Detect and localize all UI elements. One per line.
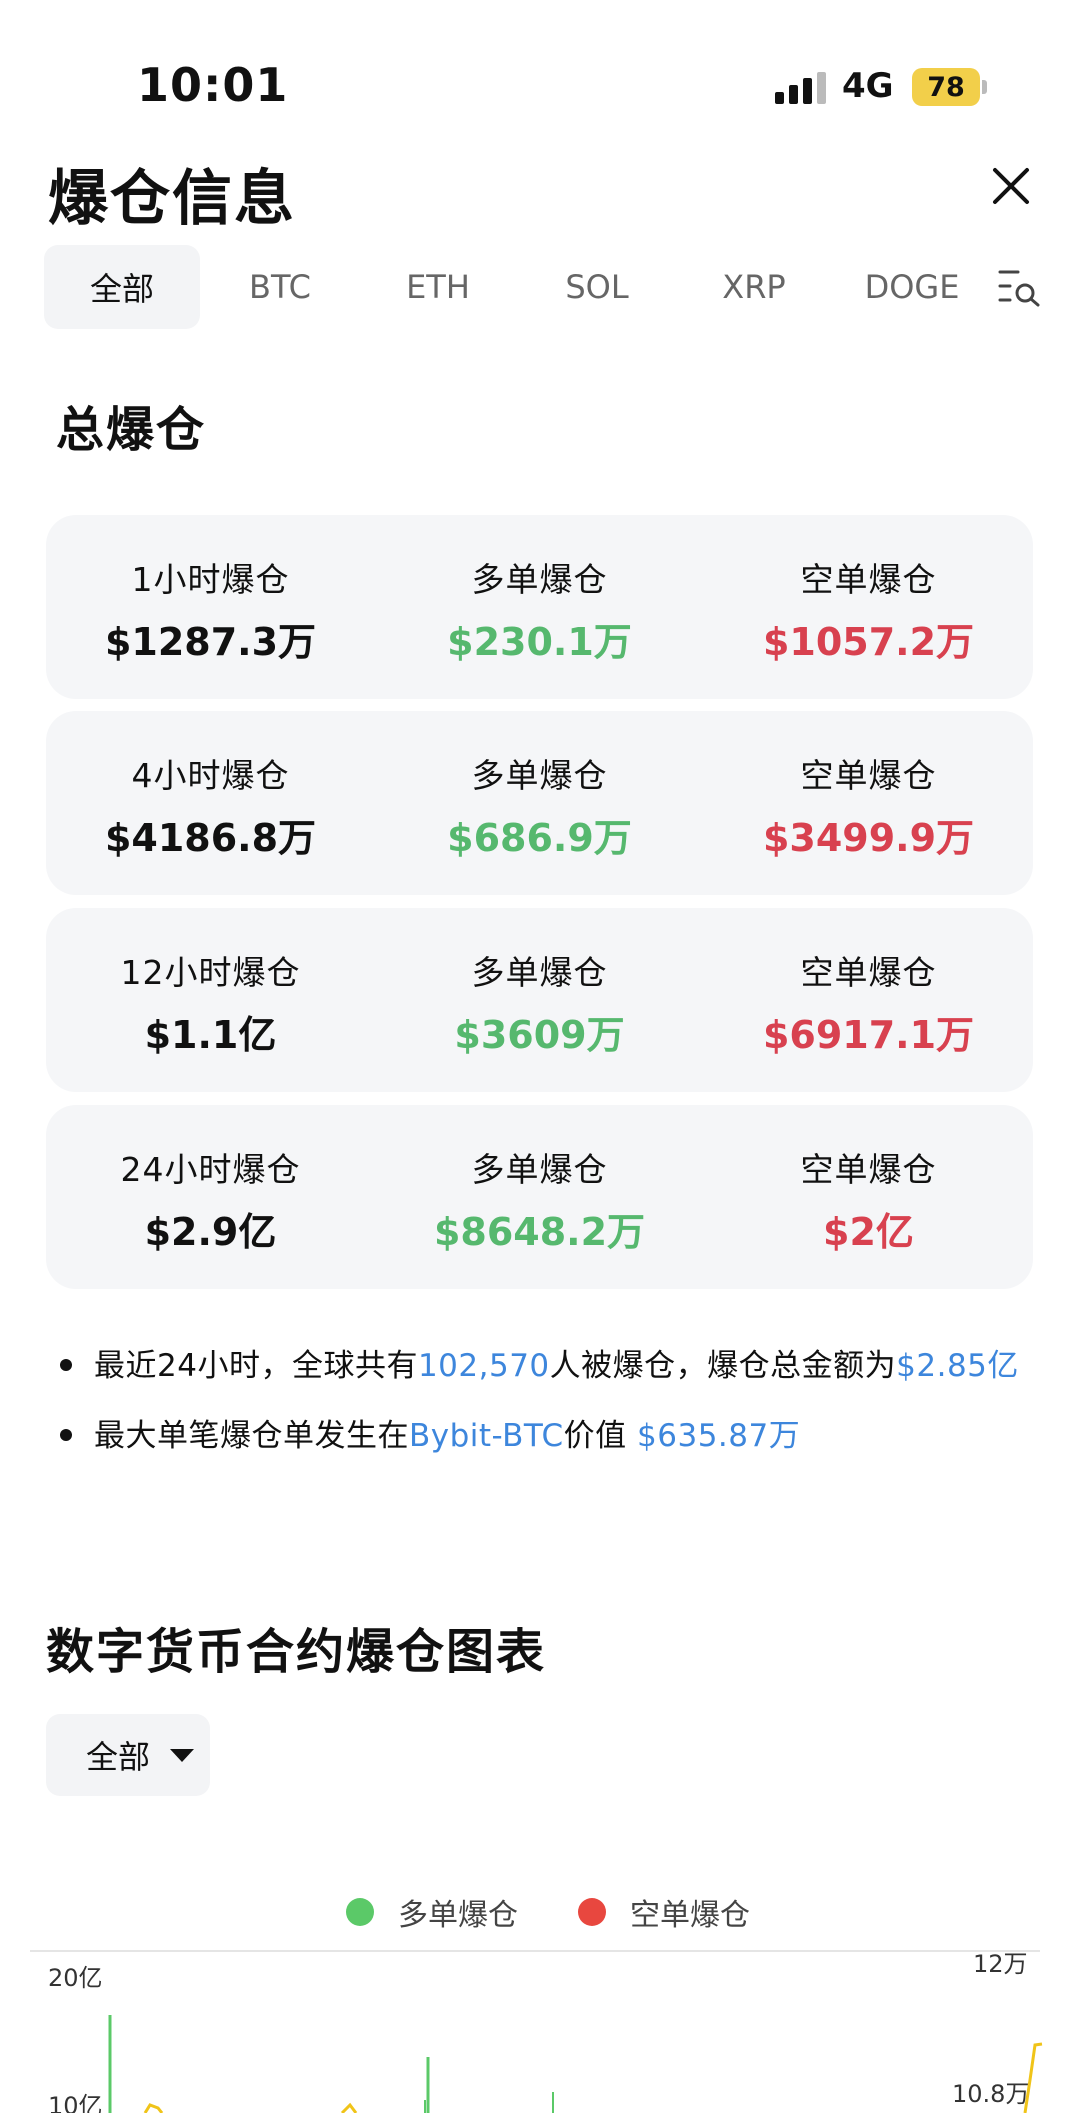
long-label: 多单爆仓 <box>471 560 608 599</box>
legend-short-label: 空单爆仓 <box>630 1898 750 1933</box>
legend-short[interactable]: 空单爆仓 <box>578 1890 750 1934</box>
battery-cap <box>982 80 987 94</box>
long-value: $8648.2万 <box>433 1210 646 1254</box>
legend-swatch-long <box>346 1898 374 1926</box>
legend-swatch-short <box>578 1898 606 1926</box>
bullet-dot <box>60 1358 72 1371</box>
tab-eth[interactable]: ETH <box>360 245 516 329</box>
total-value: $1.1亿 <box>144 1013 277 1057</box>
legend-long[interactable]: 多单爆仓 <box>346 1890 518 1934</box>
network-type: 4G <box>842 66 894 106</box>
total-label: 1小时爆仓 <box>131 560 290 599</box>
search-filter-icon[interactable] <box>998 267 1042 307</box>
summary-card-4h: 4小时爆仓 $4186.8万 多单爆仓 $686.9万 空单爆仓 $3499.9万 <box>46 711 1033 895</box>
battery-icon: 78 <box>912 68 980 106</box>
long-label: 多单爆仓 <box>471 756 608 795</box>
short-value: $1057.2万 <box>762 620 975 664</box>
short-label: 空单爆仓 <box>800 953 937 992</box>
chart-filter-dropdown[interactable]: 全部 <box>46 1714 210 1796</box>
note-1-prefix: 最近24小时，全球共有 <box>94 1348 418 1384</box>
total-value: $1287.3万 <box>104 620 317 664</box>
total-label: 24小时爆仓 <box>120 1150 301 1189</box>
summary-title: 总爆仓 <box>56 402 207 458</box>
short-value: $6917.1万 <box>762 1013 975 1057</box>
page-title: 爆仓信息 <box>48 164 296 234</box>
note-2-prefix: 最大单笔爆仓单发生在 <box>94 1418 409 1454</box>
note-line-1: 最近24小时，全球共有102,570人被爆仓，爆仓总金额为$2.85亿 <box>60 1340 1019 1385</box>
total-value: $4186.8万 <box>104 816 317 860</box>
note-2-exchange[interactable]: Bybit-BTC <box>409 1418 564 1454</box>
long-label: 多单爆仓 <box>471 953 608 992</box>
note-line-2: 最大单笔爆仓单发生在Bybit-BTC价值 $635.87万 <box>60 1410 800 1455</box>
long-label: 多单爆仓 <box>471 1150 608 1189</box>
note-2-middle: 价值 <box>563 1418 638 1454</box>
status-time: 10:01 <box>137 58 289 112</box>
dropdown-value: 全部 <box>86 1738 151 1776</box>
short-label: 空单爆仓 <box>800 1150 937 1189</box>
caret-down-icon <box>170 1748 195 1762</box>
total-label: 12小时爆仓 <box>120 953 301 992</box>
legend-long-label: 多单爆仓 <box>398 1898 518 1933</box>
status-bar: 10:01 4G 78 <box>0 0 1069 150</box>
close-icon[interactable] <box>985 160 1037 212</box>
signal-icon <box>775 72 827 104</box>
note-2-amount: $635.87万 <box>637 1418 801 1454</box>
summary-card-1h: 1小时爆仓 $1287.3万 多单爆仓 $230.1万 空单爆仓 $1057.2万 <box>46 515 1033 699</box>
short-value: $3499.9万 <box>762 816 975 860</box>
trend-line <box>1023 2042 1043 2113</box>
total-label: 4小时爆仓 <box>131 756 290 795</box>
short-value: $2亿 <box>823 1210 914 1254</box>
short-label: 空单爆仓 <box>800 756 937 795</box>
summary-card-12h: 12小时爆仓 $1.1亿 多单爆仓 $3609万 空单爆仓 $6917.1万 <box>46 908 1033 1092</box>
coin-tabs: 全部 BTC ETH SOL XRP DOGE <box>44 245 1044 329</box>
short-label: 空单爆仓 <box>800 560 937 599</box>
note-1-middle: 人被爆仓，爆仓总金额为 <box>549 1348 897 1384</box>
note-1-amount: $2.85亿 <box>896 1348 1019 1384</box>
liquidation-chart <box>30 1950 1043 2113</box>
long-value: $686.9万 <box>447 816 632 860</box>
long-value: $230.1万 <box>447 620 632 664</box>
trend-line <box>143 2103 164 2113</box>
tab-xrp[interactable]: XRP <box>676 245 832 329</box>
tab-all[interactable]: 全部 <box>44 245 200 329</box>
tab-btc[interactable]: BTC <box>202 245 358 329</box>
bullet-dot <box>60 1428 72 1441</box>
summary-card-24h: 24小时爆仓 $2.9亿 多单爆仓 $8648.2万 空单爆仓 $2亿 <box>46 1105 1033 1289</box>
tab-sol[interactable]: SOL <box>519 245 675 329</box>
trend-line <box>340 2102 358 2113</box>
note-1-count: 102,570 <box>417 1348 550 1384</box>
total-value: $2.9亿 <box>144 1210 277 1254</box>
long-value: $3609万 <box>454 1013 625 1057</box>
tab-doge[interactable]: DOGE <box>834 245 990 329</box>
chart-section-title: 数字货币合约爆仓图表 <box>46 1624 547 1680</box>
